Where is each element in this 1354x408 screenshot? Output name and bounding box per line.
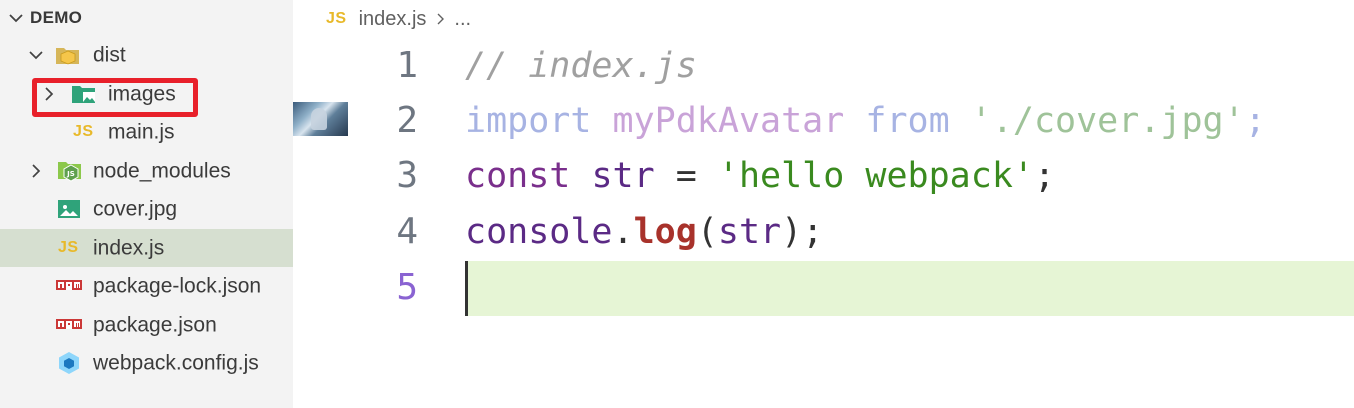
code-line[interactable]: 1 // index.js — [293, 38, 1354, 94]
tree-item-label: index.js — [93, 236, 165, 260]
tree-item-label: webpack.config.js — [93, 351, 259, 375]
tree-item-index-js[interactable]: JS index.js — [0, 228, 293, 267]
tree-item-label: dist — [93, 43, 126, 67]
tree-item-cover-jpg[interactable]: cover.jpg — [0, 190, 293, 229]
code-token: . — [612, 212, 634, 252]
chevron-down-icon[interactable] — [27, 46, 45, 64]
code-token: ( — [696, 212, 718, 252]
code-token: 'hello webpack' — [717, 156, 1034, 196]
line-number: 2 — [396, 100, 418, 141]
code-token: const — [465, 156, 592, 196]
text-cursor — [465, 261, 468, 316]
code-token: ; — [1033, 156, 1056, 196]
tree-item-label: package-lock.json — [93, 274, 262, 298]
npm-icon — [56, 318, 82, 329]
code-token: ) — [781, 212, 803, 252]
breadcrumb-symbol[interactable]: ... — [454, 8, 471, 31]
code-token: myPdkAvatar — [612, 101, 866, 141]
code-token: console — [465, 212, 613, 252]
code-token: import — [465, 101, 613, 141]
dist-folder-icon — [56, 48, 79, 65]
code-line[interactable]: 4 console.log(str); — [293, 204, 1354, 260]
tree-item-label: package.json — [93, 313, 217, 337]
tree-item-webpack-config-js[interactable]: webpack.config.js — [0, 344, 293, 383]
js-icon: JS — [73, 123, 94, 141]
code-line[interactable]: 3 const str = 'hello webpack'; — [293, 148, 1354, 204]
code-editor[interactable]: JS index.js ... 1 // index.js 2 import myPd… — [293, 0, 1354, 408]
code-token: './cover.jpg' — [970, 101, 1245, 141]
images-highlight-box — [32, 78, 198, 117]
code-token: = — [675, 156, 718, 196]
line-number: 3 — [396, 155, 418, 196]
node-modules-folder-icon: JS — [58, 161, 81, 182]
code-content: // index.js — [465, 38, 697, 94]
line-number: 5 — [396, 267, 418, 308]
code-token: from — [865, 101, 971, 141]
tree-item-label: cover.jpg — [93, 197, 178, 221]
tree-item-package-json[interactable]: package.json — [0, 306, 293, 345]
svg-text:JS: JS — [66, 170, 75, 178]
js-icon: JS — [58, 238, 79, 256]
code-token: str — [591, 156, 676, 196]
tree-item-package-lock-json[interactable]: package-lock.json — [0, 267, 293, 306]
explorer-sidebar: DEMO dist images JS main.js JS node_modu… — [0, 0, 293, 408]
chevron-right-icon[interactable] — [27, 162, 45, 180]
tree-item-label: main.js — [108, 120, 175, 144]
chevron-right-icon — [437, 13, 445, 25]
npm-icon — [56, 280, 82, 291]
tree-item-label: node_modules — [93, 159, 231, 183]
explorer-section-header[interactable]: DEMO — [0, 0, 293, 36]
section-title: DEMO — [30, 8, 83, 27]
code-token: log — [633, 212, 697, 252]
tree-item-main-js[interactable]: JS main.js — [0, 113, 293, 152]
breadcrumb-file[interactable]: index.js — [359, 8, 427, 31]
tree-item-dist[interactable]: dist — [0, 36, 293, 75]
code-content: console.log(str); — [465, 204, 823, 260]
code-token: str — [717, 212, 782, 252]
code-token: // index.js — [465, 46, 697, 86]
webpack-icon — [59, 352, 79, 375]
breadcrumb: JS index.js ... — [326, 4, 471, 34]
code-content: import myPdkAvatar from './cover.jpg'; — [465, 93, 1266, 149]
line-number: 1 — [396, 45, 418, 86]
image-file-icon — [58, 200, 80, 219]
code-content: const str = 'hello webpack'; — [465, 148, 1055, 204]
tree-item-node-modules[interactable]: JS node_modules — [0, 152, 293, 191]
js-icon: JS — [326, 10, 347, 27]
code-line[interactable]: 5 — [293, 260, 1354, 316]
code-token: ; — [1244, 101, 1266, 141]
code-line[interactable]: 2 import myPdkAvatar from './cover.jpg'; — [293, 93, 1354, 149]
code-token: ; — [802, 212, 824, 252]
chevron-down-icon[interactable] — [6, 8, 26, 28]
line-number: 4 — [396, 211, 418, 252]
